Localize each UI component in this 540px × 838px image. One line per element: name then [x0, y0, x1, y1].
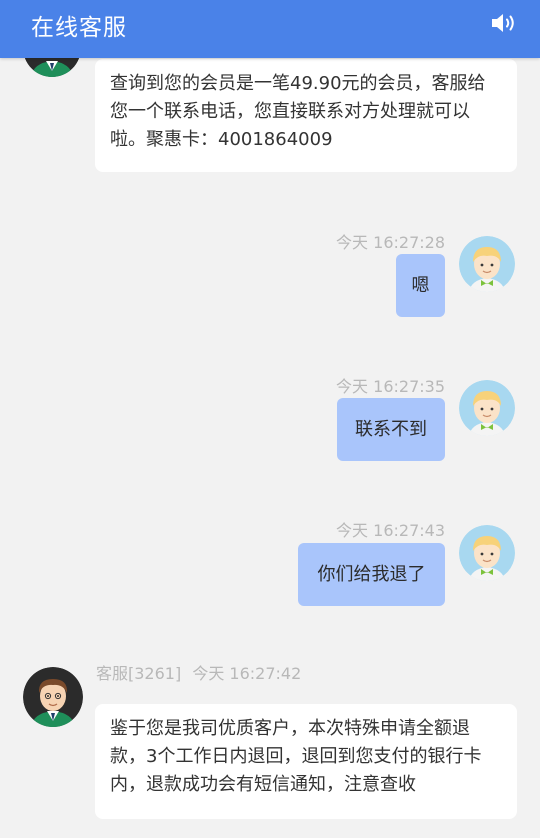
- user-avatar: [459, 525, 515, 581]
- message-timestamp: 今天 16:27:42: [192, 664, 302, 683]
- chat-header: 在线客服: [0, 0, 540, 58]
- message-sender-info: 客服[3261] 今天 16:27:42: [96, 660, 301, 684]
- agent-avatar: [23, 667, 83, 727]
- message-timestamp: 今天 16:27:28: [336, 233, 445, 252]
- agent-message-bubble: 鉴于您是我司优质客户，本次特殊申请全额退款，3个工作日内退回，退回到您支付的银行…: [95, 704, 517, 819]
- message-timestamp: 今天 16:27:43: [336, 521, 445, 540]
- message-text: 嗯: [411, 274, 430, 296]
- user-avatar: [459, 380, 515, 436]
- user-message-bubble: 你们给我退了: [298, 543, 445, 606]
- message-text: 联系不到: [355, 418, 427, 440]
- agent-message-bubble: 查询到您的会员是一笔49.90元的会员，客服给您一个联系电话，您直接联系对方处理…: [95, 59, 517, 172]
- message-text: 你们给我退了: [317, 563, 426, 585]
- user-avatar: [459, 236, 515, 292]
- message-text: 鉴于您是我司优质客户，本次特殊申请全额退款，3个工作日内退回，退回到您支付的银行…: [110, 718, 482, 795]
- user-message-bubble: 嗯: [396, 254, 445, 317]
- speaker-icon[interactable]: [490, 11, 518, 35]
- message-timestamp: 今天 16:27:35: [336, 377, 445, 396]
- page-title: 在线客服: [31, 15, 127, 41]
- message-text: 查询到您的会员是一笔49.90元的会员，客服给您一个联系电话，您直接联系对方处理…: [110, 73, 486, 150]
- user-message-bubble: 联系不到: [337, 398, 445, 461]
- agent-name: 客服[3261]: [96, 664, 182, 683]
